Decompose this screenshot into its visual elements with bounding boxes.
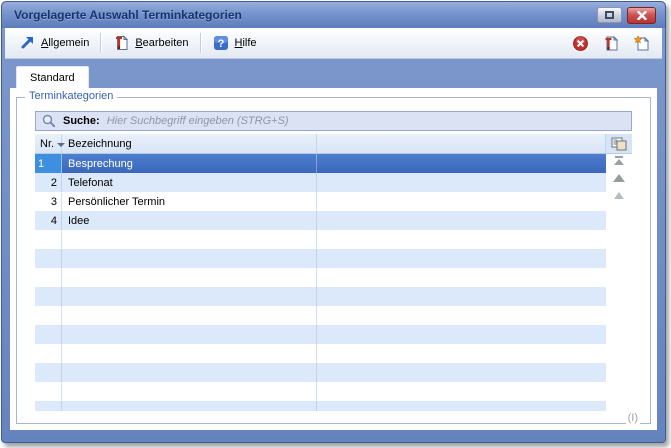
search-input[interactable]: Suche: Hier Suchbegriff eingeben (STRG+S… — [35, 111, 632, 131]
toolbar-button-allgemein[interactable]: Allgemein — [13, 32, 95, 54]
toolbar-label: Hilfe — [235, 37, 257, 49]
delete-button[interactable] — [573, 36, 588, 51]
close-icon — [637, 11, 647, 20]
cell-empty — [317, 192, 606, 211]
search-placeholder: Hier Suchbegriff eingeben (STRG+S) — [107, 115, 289, 127]
window-title: Vorgelagerte Auswahl Terminkategorien — [14, 8, 242, 22]
toolbar-separator — [200, 33, 202, 53]
cell-empty — [317, 211, 606, 230]
close-button[interactable] — [627, 7, 656, 24]
dialog-window: Vorgelagerte Auswahl Terminkategorien Al… — [1, 1, 666, 443]
arrow-up-right-icon — [19, 35, 35, 51]
cell-empty — [317, 173, 606, 192]
cell-bezeichnung: Besprechung — [62, 154, 317, 173]
column-customize-icon — [611, 137, 627, 151]
cell-nr: 3 — [35, 192, 62, 211]
move-up-button[interactable] — [612, 173, 626, 184]
table-body: 1 Besprechung 2 Telefonat 3 — [35, 154, 606, 411]
toolbar-right-icons — [573, 35, 654, 52]
row-controls — [606, 154, 632, 411]
help-icon: ? — [213, 35, 229, 51]
move-up-disabled-button[interactable] — [612, 190, 626, 201]
svg-text:?: ? — [217, 38, 224, 50]
cell-bezeichnung: Idee — [62, 211, 317, 230]
tab-standard[interactable]: Standard — [16, 66, 89, 88]
table-row[interactable]: 1 Besprechung — [35, 154, 606, 173]
cell-bezeichnung: Telefonat — [62, 173, 317, 192]
toolbar: Allgemein Bearbeiten ? — [5, 28, 662, 59]
delete-icon — [573, 36, 588, 51]
move-up-disabled-icon — [612, 190, 626, 201]
window-body: Standard Terminkategorien Suche: Hier Su… — [2, 59, 665, 442]
cell-nr: 2 — [35, 173, 62, 192]
tab-strip: Standard — [10, 66, 657, 88]
edit-entry-button[interactable] — [602, 35, 619, 52]
toolbar-label: Allgemein — [41, 37, 89, 49]
toolbar-separator — [100, 33, 102, 53]
new-entry-button[interactable] — [633, 35, 650, 52]
move-to-top-icon — [612, 155, 626, 167]
groupbox-terminkategorien: Terminkategorien Suche: Hier Suchbegriff… — [16, 97, 651, 424]
move-up-icon — [612, 173, 626, 184]
column-header-empty[interactable] — [317, 134, 606, 153]
cell-empty — [317, 154, 606, 173]
category-table: Nr. Bezeichnung — [35, 134, 632, 411]
move-to-top-button[interactable] — [612, 155, 626, 167]
table-row[interactable]: 2 Telefonat — [35, 173, 606, 192]
new-document-icon — [633, 35, 650, 52]
edit-document-icon — [602, 35, 619, 52]
column-customize-button[interactable] — [606, 134, 632, 153]
titlebar-buttons — [597, 7, 656, 24]
table-row[interactable]: 3 Persönlicher Termin — [35, 192, 606, 211]
cell-nr: 4 — [35, 211, 62, 230]
titlebar[interactable]: Vorgelagerte Auswahl Terminkategorien — [2, 2, 665, 28]
toolbar-button-bearbeiten[interactable]: Bearbeiten — [107, 32, 194, 54]
cell-nr: 1 — [35, 154, 62, 173]
tab-page: Terminkategorien Suche: Hier Suchbegriff… — [10, 88, 657, 430]
magnifier-icon — [42, 114, 56, 128]
table-header: Nr. Bezeichnung — [35, 134, 632, 154]
groupbox-label: Terminkategorien — [25, 90, 117, 102]
shade-window-icon — [605, 11, 614, 19]
column-header-bezeichnung[interactable]: Bezeichnung — [62, 134, 317, 153]
table-row[interactable]: 4 Idee — [35, 211, 606, 230]
column-header-nr[interactable]: Nr. — [35, 134, 62, 153]
cell-bezeichnung: Persönlicher Termin — [62, 192, 317, 211]
search-label: Suche: — [63, 115, 100, 127]
toolbar-label: Bearbeiten — [135, 37, 188, 49]
edit-document-icon — [113, 35, 129, 51]
toolbar-button-hilfe[interactable]: ? Hilfe — [207, 32, 263, 54]
layout-indicator: (I) — [626, 412, 640, 424]
shade-window-button[interactable] — [597, 7, 622, 23]
